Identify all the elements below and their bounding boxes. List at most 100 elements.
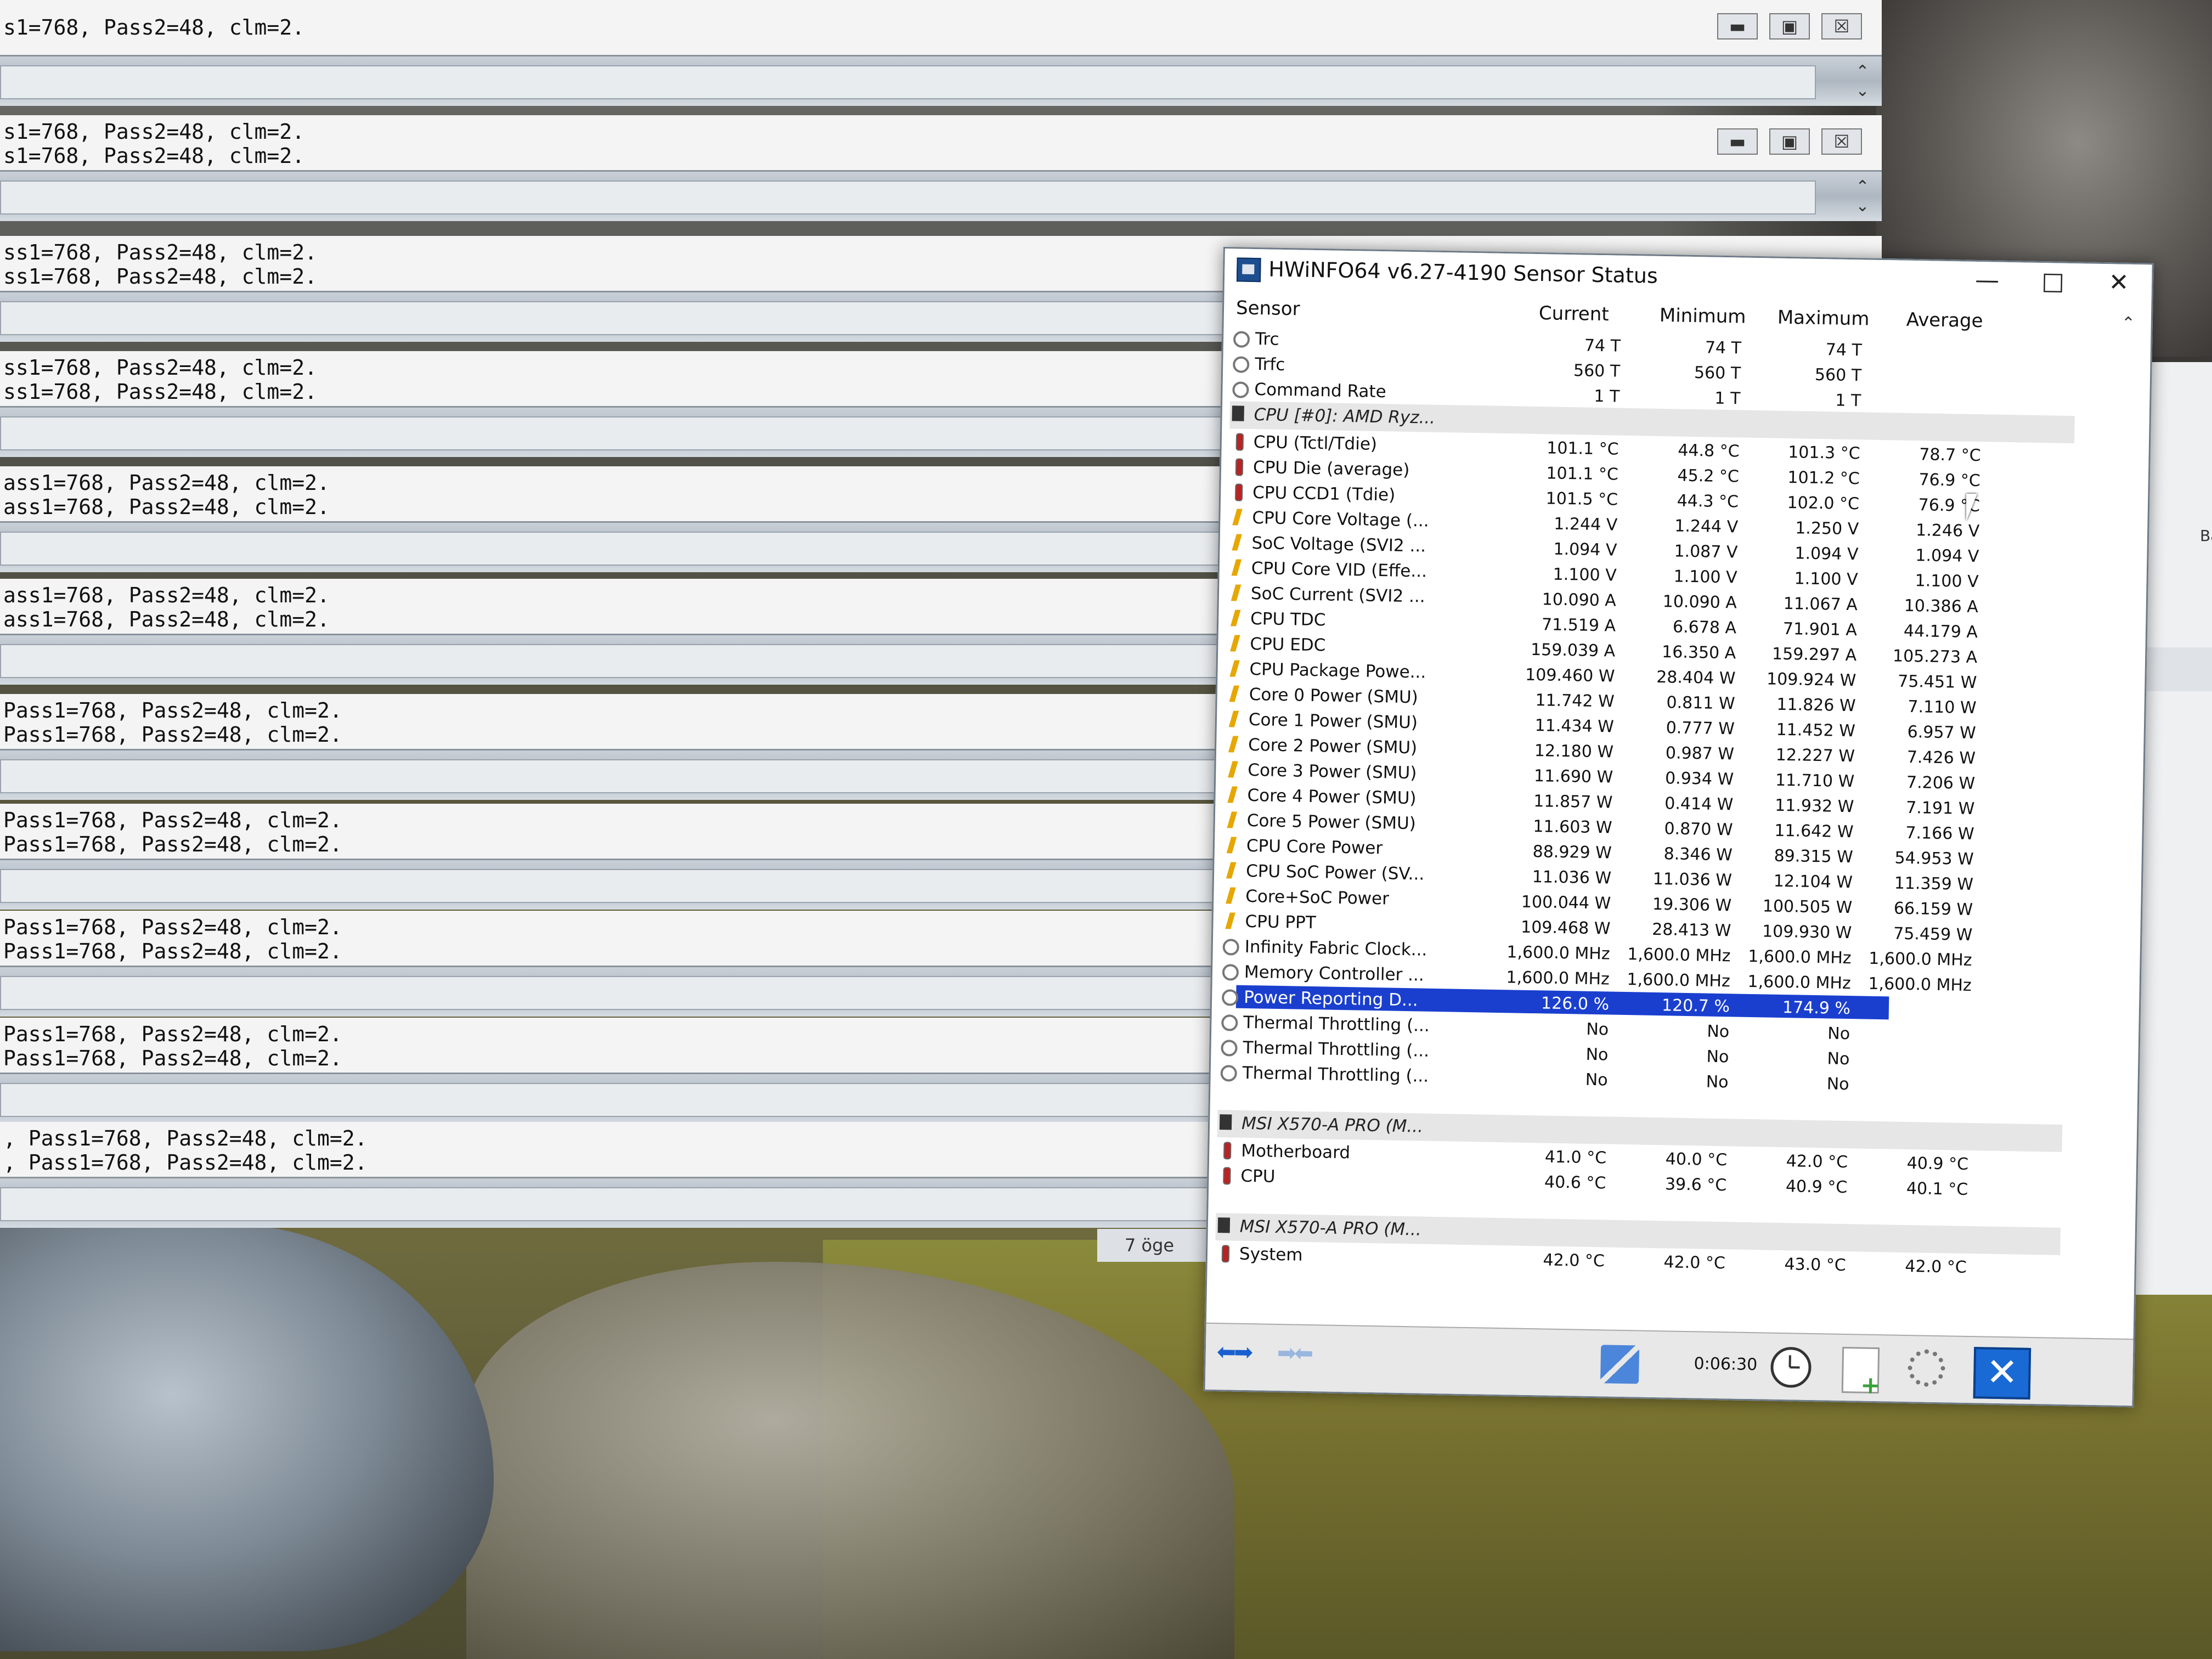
clock-sensor-icon [1221,1014,1238,1031]
value-average: 1,600.0 MHz [1868,974,1972,996]
value-minimum: 8.346 W [1663,844,1733,865]
value-current: 71.519 A [1541,615,1616,636]
console-window[interactable]: s1=768, Pass2=48, clm=2. ▬ ▣ ☒ ⌃ ⌄ [0,0,1882,106]
sensor-name: CPU Package Powe... [1249,659,1426,682]
sensor-table: Trc 74 T 74 T 74 T Trfc 560 T 560 T 560 T Comman… [1215,325,2076,1280]
value-maximum: 1.100 V [1794,569,1858,590]
log-line: ss1=768, Pass2=48, clm=2. [3,356,317,380]
header-average[interactable]: Average [1906,309,1983,332]
sensor-name: CPU PPT [1245,911,1317,933]
value-minimum: 44.3 °C [1677,491,1739,512]
scroll-arrows-icon[interactable]: ⌃ ⌄ [1849,177,1876,216]
restore-button[interactable]: ▣ [1769,128,1810,155]
lightning-icon [1230,610,1241,627]
lightning-icon [1231,559,1242,576]
sensor-name: CPU [1240,1166,1276,1187]
close-sensors-button[interactable]: ✕ [1973,1347,2032,1400]
sensor-name: Command Rate [1254,380,1387,402]
value-maximum [1732,1201,1847,1203]
bottom-toolbar: ⬅➡ ➡⬅ 0:06:30 ✕ [1205,1322,2134,1406]
console-input-area[interactable] [0,65,1816,99]
clock-icon[interactable] [1770,1346,1812,1389]
value-average [1852,1228,1967,1231]
scroll-arrows-icon[interactable]: ⌃ ⌄ [1849,62,1876,100]
maximize-button[interactable]: □ [2020,264,2086,298]
nav-arrows-dim-icon[interactable]: ➡⬅ [1277,1339,1311,1367]
nav-arrows-icon[interactable]: ⬅➡ [1216,1338,1251,1365]
value-maximum: 101.2 °C [1787,468,1860,489]
sensor-name: Thermal Throttling (... [1243,1037,1430,1061]
sensor-name: Core 1 Power (SMU) [1248,709,1418,733]
sensor-name: Core 3 Power (SMU) [1248,760,1417,783]
value-maximum: 12.227 W [1775,745,1855,766]
value-minimum: 45.2 °C [1677,466,1740,487]
window-title: HWiNFO64 v6.27-4190 Sensor Status [1268,257,1658,288]
value-minimum: 0.987 W [1665,743,1735,764]
log-file-icon[interactable] [1841,1346,1880,1394]
value-minimum: 40.0 °C [1665,1149,1728,1170]
log-line: ass1=768, Pass2=48, clm=2. [3,607,330,631]
value-average: 40.1 °C [1906,1178,1968,1199]
sensor-name: Infinity Fabric Clock... [1244,936,1427,960]
value-current: No [1586,1019,1609,1040]
log-line: Pass1=768, Pass2=48, clm=2. [3,698,342,723]
close-window-button[interactable]: ✕ [2086,266,2152,300]
value-maximum: 40.9 °C [1785,1177,1848,1198]
clock-sensor-icon [1222,939,1239,956]
value-current: 1,600.0 MHz [1506,943,1610,964]
chip-icon [1217,1217,1231,1233]
value-minimum: 39.6 °C [1664,1175,1727,1195]
value-minimum: 44.8 °C [1678,441,1740,461]
minimize-button[interactable]: ▬ [1717,128,1758,155]
value-current [1490,1222,1605,1224]
header-sensor[interactable]: Sensor [1236,297,1300,320]
value-current: 11.036 W [1532,867,1612,888]
header-current[interactable]: Current [1539,302,1609,325]
hwinfo-sensor-window[interactable]: HWiNFO64 v6.27-4190 Sensor Status — □ ✕ … [1203,247,2154,1408]
value-minimum: 1.087 V [1674,541,1738,562]
restore-button[interactable]: ▣ [1769,13,1810,40]
sensor-name: CPU Core Voltage (... [1252,507,1429,531]
scroll-up-icon[interactable]: ⌃ [2121,314,2136,333]
value-current: 88.929 W [1532,842,1612,863]
sensor-name: System [1239,1244,1303,1265]
close-button[interactable]: ☒ [1821,128,1862,155]
header-minimum[interactable]: Minimum [1660,304,1746,328]
vertical-scrollbar[interactable]: ⌃ ⌄ [2100,313,2140,1351]
value-minimum: 28.404 W [1656,667,1736,689]
value-average: 135.5 % [1903,1000,1972,1020]
value-current: 1.244 V [1554,514,1618,535]
value-current: 11.742 W [1535,691,1615,712]
value-maximum: 11.452 W [1776,720,1856,741]
sensor-name: CPU (Tctl/Tdie) [1253,432,1378,454]
settings-gear-icon[interactable] [1907,1349,1946,1387]
value-maximum: 102.0 °C [1787,493,1860,514]
close-button[interactable]: ☒ [1821,13,1862,40]
elapsed-time: 0:06:30 [1694,1354,1758,1375]
sensor-name: SoC Current (SVI2 ... [1250,583,1425,607]
value-current: 109.460 W [1525,665,1615,686]
value-average [1855,1049,1971,1052]
network-icon[interactable] [1600,1345,1640,1384]
sensor-name: Thermal Throttling (... [1242,1063,1429,1086]
clock-sensor-icon [1222,964,1239,981]
value-minimum: 560 T [1694,363,1741,383]
value-maximum: 1 T [1835,391,1861,411]
sensor-name: Trc [1255,329,1279,349]
clock-sensor-icon [1233,356,1250,373]
minimize-button[interactable]: — [1954,263,2021,297]
value-average: 1.246 V [1915,521,1980,541]
value-maximum: 42.0 °C [1786,1152,1848,1172]
console-input-area[interactable] [0,180,1816,215]
minimize-button[interactable]: ▬ [1717,13,1758,40]
value-maximum: 71.901 A [1782,619,1858,640]
sensor-name: Power Reporting D... [1243,987,1418,1011]
console-window[interactable]: s1=768, Pass2=48, clm=2. s1=768, Pass2=48… [0,115,1882,221]
value-current: 560 T [1573,361,1621,381]
log-line: Pass1=768, Pass2=48, clm=2. [3,915,342,939]
value-maximum: 1.094 V [1795,544,1859,565]
value-minimum: 0.870 W [1664,819,1733,840]
value-maximum: No [1826,1074,1849,1094]
value-average: 7.191 W [1905,798,1975,819]
header-maximum[interactable]: Maximum [1778,307,1870,330]
